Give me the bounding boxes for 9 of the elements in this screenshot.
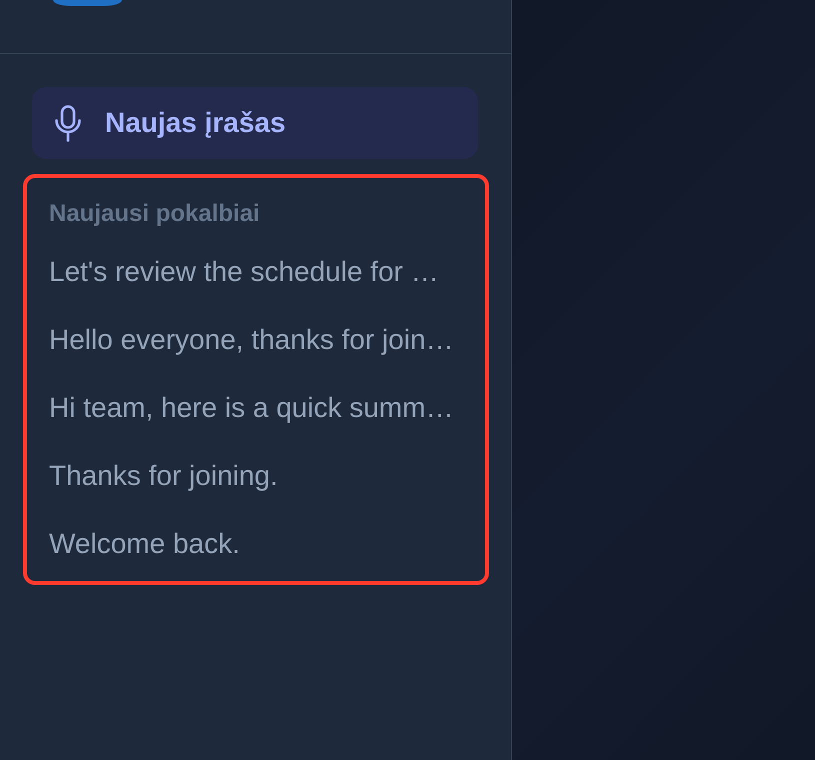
microphone-icon bbox=[54, 104, 82, 142]
conversation-item[interactable]: Hello everyone, thanks for join… bbox=[49, 306, 462, 374]
conversation-item[interactable]: Thanks for joining. bbox=[49, 442, 462, 510]
partial-tile bbox=[53, 0, 122, 6]
conversation-item[interactable]: Hi team, here is a quick summ… bbox=[49, 374, 462, 442]
conversation-item[interactable]: Let's review the schedule for … bbox=[49, 238, 462, 306]
conversation-item[interactable]: Welcome back. bbox=[49, 510, 462, 578]
section-heading: Naujausi pokalbiai bbox=[49, 199, 261, 229]
new-recording-button[interactable]: Naujas įrašas bbox=[32, 87, 478, 159]
